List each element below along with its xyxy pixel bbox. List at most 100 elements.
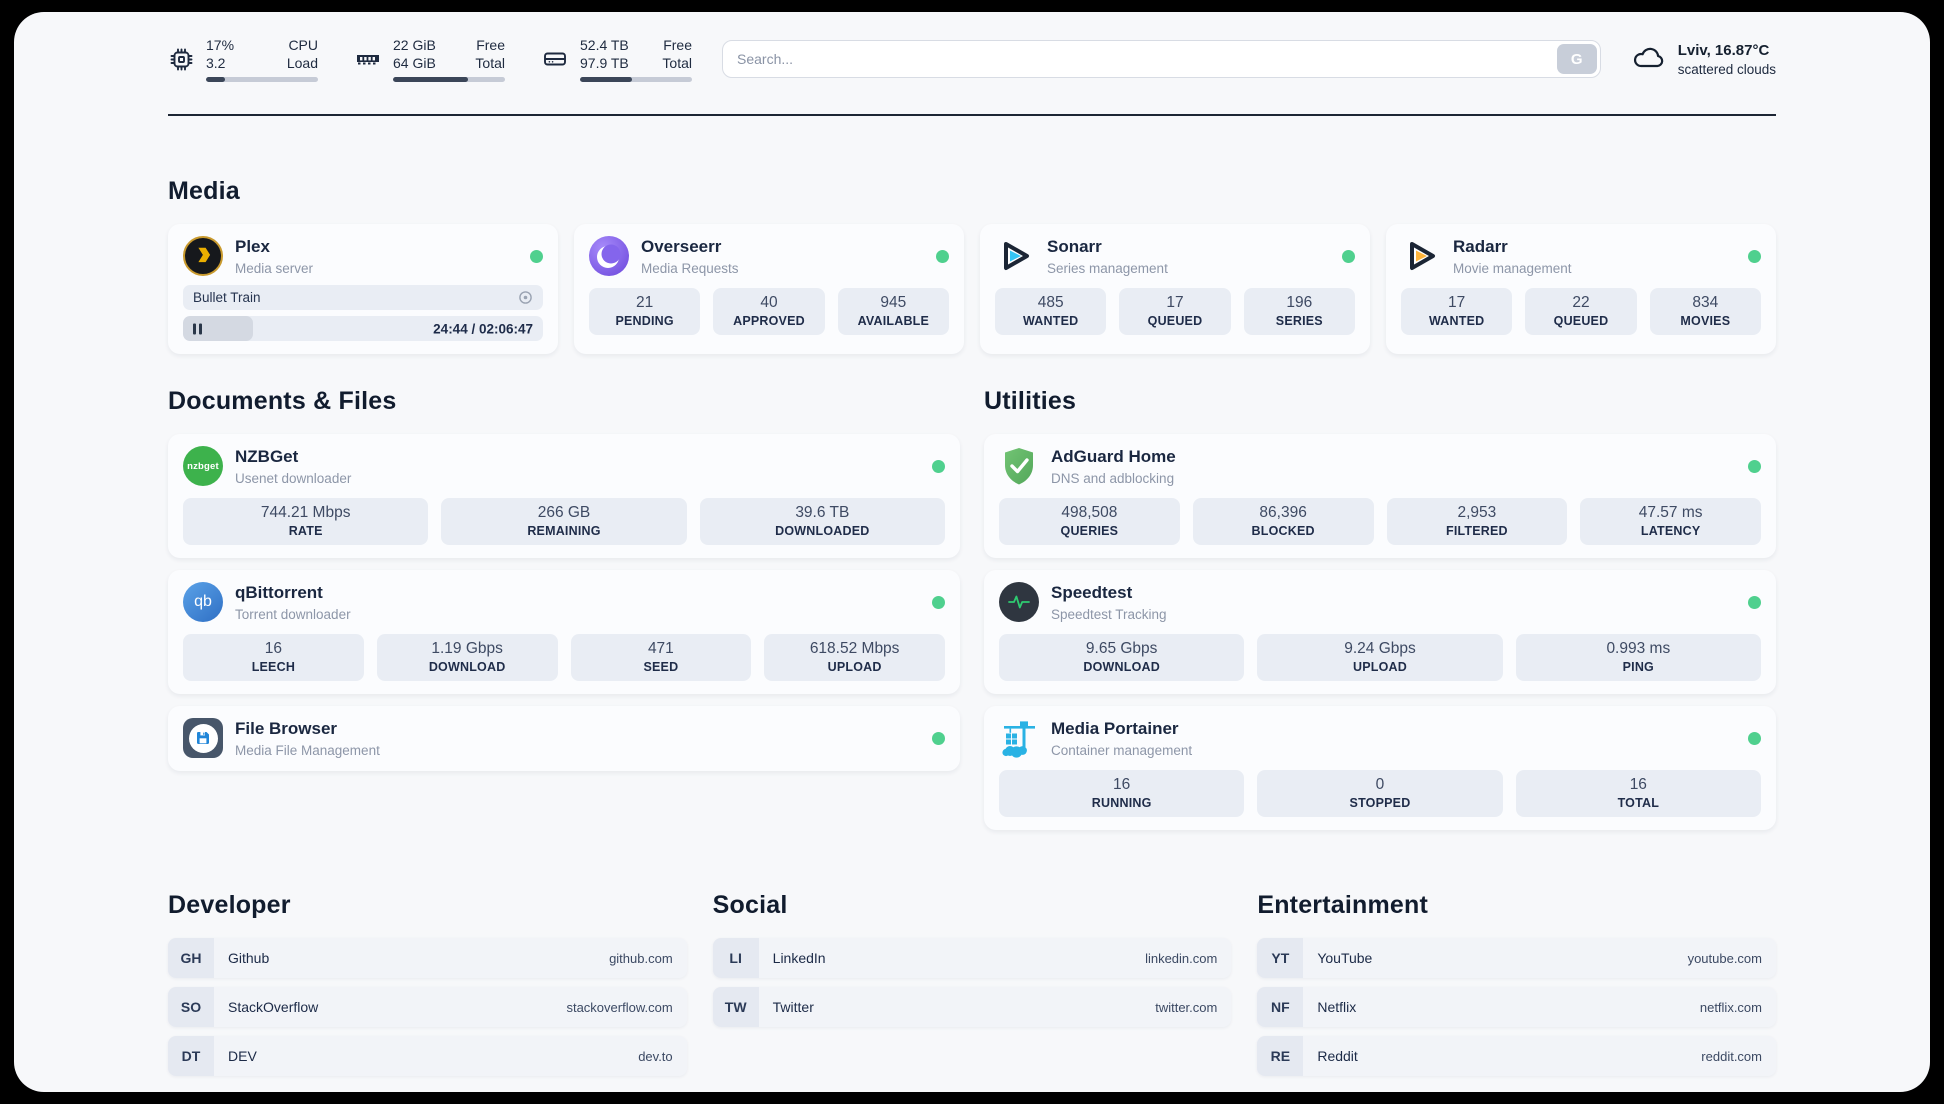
card-overseerr[interactable]: Overseerr Media Requests 21 PENDING 40 A… bbox=[574, 224, 964, 355]
pause-icon[interactable] bbox=[193, 323, 202, 335]
ram-progress-bar bbox=[393, 77, 505, 83]
card-nzbget[interactable]: nzbget NZBGet Usenet downloader 744.21 M… bbox=[168, 434, 960, 559]
ram-icon bbox=[354, 45, 382, 73]
status-dot bbox=[1342, 249, 1355, 263]
app-name: Media Portainer bbox=[1051, 719, 1179, 739]
link-badge: YT bbox=[1257, 938, 1304, 979]
app-desc: DNS and adblocking bbox=[1051, 470, 1175, 486]
section-documents: Documents & Files nzbget NZBGet Usenet d… bbox=[168, 384, 960, 772]
section-title-documents: Documents & Files bbox=[168, 387, 397, 416]
stat-download: 9.65 Gbps DOWNLOAD bbox=[999, 634, 1245, 682]
stat-queued: 22 QUEUED bbox=[1525, 288, 1637, 336]
status-dot bbox=[932, 731, 945, 745]
app-desc: Speedtest Tracking bbox=[1051, 606, 1167, 622]
cpu-progress-bar bbox=[206, 77, 318, 83]
card-radarr[interactable]: Radarr Movie management 17 WANTED 22 QUE… bbox=[1386, 224, 1776, 355]
disk-progress-fill bbox=[580, 77, 632, 83]
playback-time: 24:44 / 02:06:47 bbox=[433, 321, 533, 337]
stat-series: 196 SERIES bbox=[1243, 288, 1355, 336]
link-github[interactable]: GH Github github.com bbox=[168, 938, 687, 979]
ram-total-label: Total bbox=[475, 55, 505, 72]
card-qbittorrent[interactable]: qb qBittorrent Torrent downloader 16 LEE… bbox=[168, 570, 960, 695]
weather-condition: scattered clouds bbox=[1677, 61, 1776, 77]
ram-total-value: 64 GiB bbox=[393, 55, 436, 72]
link-twitter[interactable]: TW Twitter twitter.com bbox=[712, 987, 1232, 1028]
link-badge: GH bbox=[168, 938, 214, 979]
speedtest-icon bbox=[999, 582, 1039, 623]
link-reddit[interactable]: RE Reddit reddit.com bbox=[1257, 1036, 1776, 1077]
stat-ping: 0.993 ms PING bbox=[1515, 634, 1761, 682]
status-dot bbox=[1748, 249, 1761, 263]
app-name: NZBGet bbox=[235, 447, 299, 467]
system-stats: 17% 3.2 CPU Load 22 GiB 64 GiB Free Tota… bbox=[168, 36, 692, 83]
radarr-icon bbox=[1401, 236, 1441, 276]
status-dot bbox=[936, 249, 949, 263]
section-title-developer: Developer bbox=[168, 891, 291, 920]
app-desc: Media File Management bbox=[235, 742, 380, 758]
section-title-social: Social bbox=[712, 891, 788, 920]
app-name: Radarr bbox=[1453, 237, 1508, 257]
app-name: Speedtest bbox=[1051, 583, 1133, 603]
link-dev[interactable]: DT DEV dev.to bbox=[168, 1036, 687, 1077]
stat-total: 16 TOTAL bbox=[1515, 770, 1761, 818]
app-name: Plex bbox=[235, 237, 270, 257]
card-portainer[interactable]: Media Portainer Container management 16 … bbox=[984, 706, 1776, 831]
link-linkedin[interactable]: LI LinkedIn linkedin.com bbox=[712, 938, 1232, 979]
app-desc: Container management bbox=[1051, 742, 1193, 758]
overseerr-icon bbox=[589, 236, 629, 277]
section-utilities: Utilities AdGuard Home DNS and adblockin… bbox=[984, 384, 1776, 831]
stat-rate: 744.21 Mbps RATE bbox=[183, 498, 429, 546]
disk-progress-bar bbox=[580, 77, 692, 83]
top-bar: 17% 3.2 CPU Load 22 GiB 64 GiB Free Tota… bbox=[168, 12, 1776, 83]
stat-leech: 16 LEECH bbox=[183, 634, 364, 682]
link-stackoverflow[interactable]: SO StackOverflow stackoverflow.com bbox=[168, 987, 687, 1028]
app-desc: Movie management bbox=[1453, 260, 1572, 276]
stat-queued: 17 QUEUED bbox=[1119, 288, 1231, 336]
app-name: Sonarr bbox=[1047, 237, 1102, 257]
link-netflix[interactable]: NF Netflix netflix.com bbox=[1257, 987, 1776, 1028]
card-sonarr[interactable]: Sonarr Series management 485 WANTED 17 Q… bbox=[980, 224, 1370, 355]
cpu-load-value: 3.2 bbox=[206, 55, 226, 72]
plex-icon bbox=[183, 236, 223, 277]
search-input[interactable] bbox=[722, 40, 1601, 79]
app-desc: Media Requests bbox=[641, 260, 739, 276]
ram-free-value: 22 GiB bbox=[393, 37, 436, 53]
now-playing-row: Bullet Train bbox=[183, 285, 543, 311]
filebrowser-icon bbox=[183, 718, 223, 759]
link-badge: RE bbox=[1257, 1036, 1304, 1077]
card-adguard[interactable]: AdGuard Home DNS and adblocking 498,508 … bbox=[984, 434, 1776, 559]
stat-blocked: 86,396 BLOCKED bbox=[1192, 498, 1374, 546]
stat-remaining: 266 GB REMAINING bbox=[441, 498, 687, 546]
now-playing-title: Bullet Train bbox=[193, 290, 261, 306]
stat-running: 16 RUNNING bbox=[999, 770, 1245, 818]
section-title-entertainment: Entertainment bbox=[1257, 891, 1429, 920]
adguard-icon bbox=[999, 446, 1039, 486]
stat-queries: 498,508 QUERIES bbox=[999, 498, 1180, 546]
stat-seed: 471 SEED bbox=[570, 634, 752, 682]
ram-progress-fill bbox=[393, 77, 469, 83]
ram-stat: 22 GiB 64 GiB Free Total bbox=[354, 36, 505, 83]
stat-pending: 21 PENDING bbox=[589, 288, 701, 336]
stat-wanted: 485 WANTED bbox=[995, 288, 1107, 336]
app-name: Overseerr bbox=[641, 237, 722, 257]
link-youtube[interactable]: YT YouTube youtube.com bbox=[1257, 938, 1776, 979]
disk-free-label: Free bbox=[663, 37, 692, 53]
dashboard-panel: 17% 3.2 CPU Load 22 GiB 64 GiB Free Tota… bbox=[14, 12, 1930, 1092]
sonarr-icon bbox=[995, 236, 1035, 276]
link-badge: DT bbox=[168, 1036, 214, 1077]
playback-progress-row: 24:44 / 02:06:47 bbox=[183, 316, 543, 342]
card-plex[interactable]: Plex Media server Bullet Train 24:44 / 0… bbox=[168, 224, 558, 355]
cpu-icon bbox=[168, 46, 195, 73]
card-filebrowser[interactable]: File Browser Media File Management bbox=[168, 706, 960, 772]
stat-download: 1.19 Gbps DOWNLOAD bbox=[376, 634, 558, 682]
status-dot bbox=[1748, 595, 1761, 609]
session-target-icon[interactable] bbox=[518, 290, 533, 305]
card-speedtest[interactable]: Speedtest Speedtest Tracking 9.65 Gbps D… bbox=[984, 570, 1776, 695]
disk-icon bbox=[541, 45, 569, 73]
search-engine-button[interactable]: G bbox=[1556, 44, 1597, 75]
disk-stat: 52.4 TB 97.9 TB Free Total bbox=[541, 36, 692, 83]
header-divider bbox=[168, 114, 1776, 117]
disk-total-label: Total bbox=[662, 55, 692, 72]
stat-wanted: 17 WANTED bbox=[1401, 288, 1513, 336]
cpu-label: CPU bbox=[288, 37, 318, 53]
